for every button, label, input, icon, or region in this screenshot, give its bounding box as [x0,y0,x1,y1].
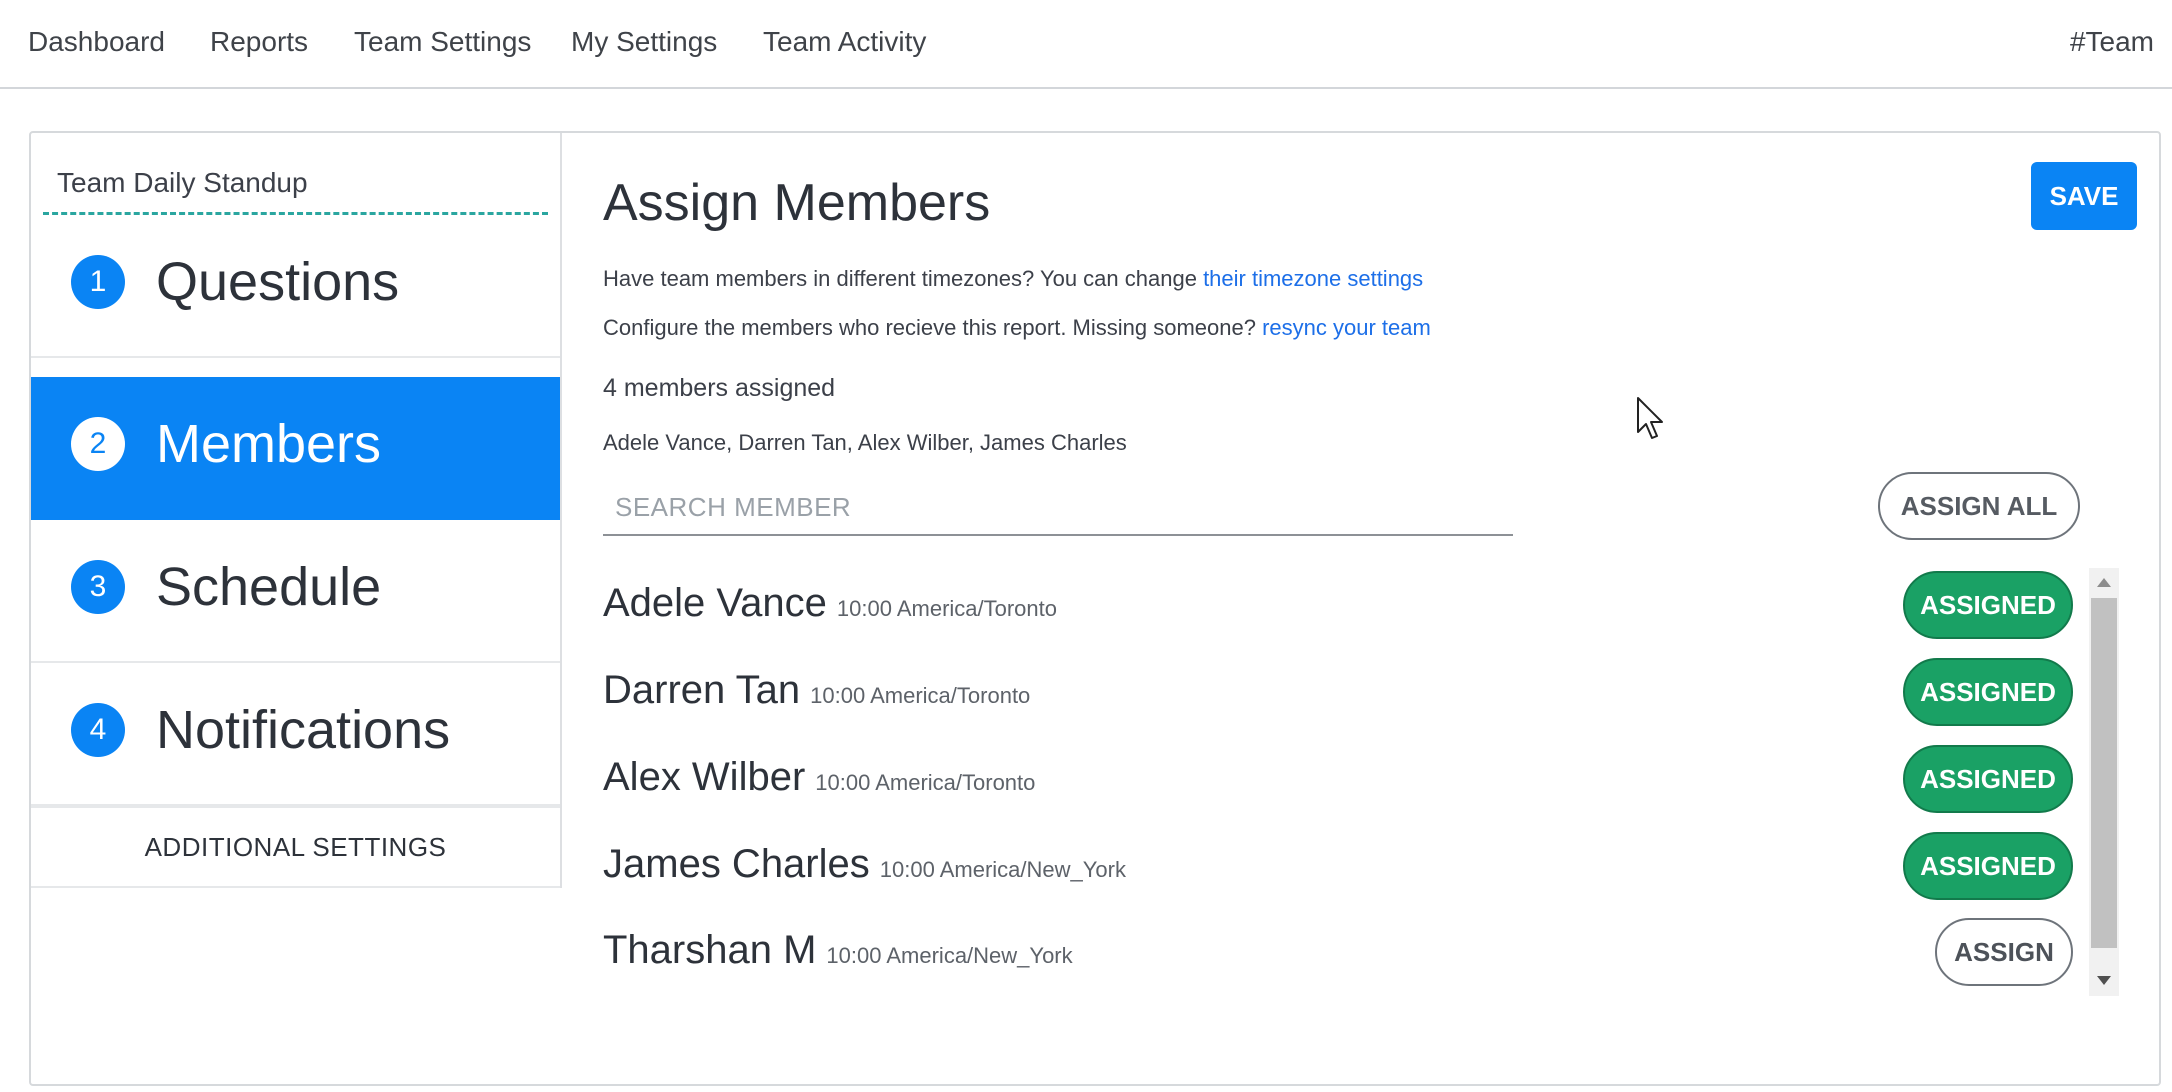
assigned-button[interactable]: ASSIGNED [1903,658,2073,726]
report-name: Team Daily Standup [57,167,308,198]
scrollbar-thumb[interactable] [2091,598,2117,948]
nav-team-activity[interactable]: Team Activity [763,26,926,58]
step-label-members: Members [156,414,382,474]
member-row: Alex Wilber 10:00 America/Toronto ASSIGNE… [603,737,2073,823]
mouse-cursor-icon [1637,397,1663,439]
assigned-button[interactable]: ASSIGNED [1903,832,2073,900]
step-label-notifications: Notifications [156,700,451,760]
member-name: Darren Tan 10:00 America/Toronto [603,668,1030,713]
member-timezone: 10:00 America/New_York [879,857,1126,882]
member-name: Tharshan M 10:00 America/New_York [603,928,1073,973]
member-row: Adele Vance 10:00 America/Toronto ASSIGNE… [603,563,2073,649]
member-name: Adele Vance 10:00 America/Toronto [603,581,1057,626]
team-channel-label[interactable]: #Team [2070,26,2154,58]
step-number-3: 3 [71,560,125,614]
member-timezone: 10:00 America/New_York [826,943,1073,968]
assigned-names: Adele Vance, Darren Tan, Alex Wilber, Ja… [603,430,1127,455]
configure-hint: Configure the members who recieve this r… [603,315,1431,341]
step-members[interactable]: 2 Members [31,377,560,520]
member-name-text: Darren Tan [603,668,801,712]
configure-hint-text: Configure the members who recieve this r… [603,315,1263,340]
member-list: Adele Vance 10:00 America/Toronto ASSIGNE… [603,563,2073,995]
step-label-questions: Questions [156,252,400,312]
page-title: Assign Members [603,174,991,232]
step-questions[interactable]: 1 Questions [31,215,560,358]
search-member-input[interactable] [603,480,1513,536]
member-row: Darren Tan 10:00 America/Toronto ASSIGNED [603,650,2073,736]
member-name-text: Alex Wilber [603,755,806,799]
step-number-4: 4 [71,703,125,757]
member-name: James Charles 10:00 America/New_York [603,842,1126,887]
step-label-schedule: Schedule [156,557,382,617]
save-button[interactable]: SAVE [2031,162,2137,230]
assigned-button[interactable]: ASSIGNED [1903,571,2073,639]
step-number-1: 1 [71,255,125,309]
member-row: Tharshan M 10:00 America/New_York ASSIGN [603,910,2073,996]
top-navigation: Dashboard Reports Team Settings My Setti… [0,0,2172,89]
member-timezone: 10:00 America/Toronto [815,770,1036,795]
assign-all-button[interactable]: ASSIGN ALL [1878,472,2080,540]
scroll-up-arrow-icon[interactable] [2089,568,2119,598]
timezone-hint: Have team members in different timezones… [603,266,1423,292]
nav-team-settings[interactable]: Team Settings [354,26,531,58]
assigned-button[interactable]: ASSIGNED [1903,745,2073,813]
member-name-text: James Charles [603,842,870,886]
assign-button[interactable]: ASSIGN [1935,918,2073,986]
resync-team-link[interactable]: resync your team [1262,315,1431,340]
member-list-scrollbar[interactable] [2089,568,2119,996]
assigned-count: 4 members assigned [603,374,836,402]
member-name-text: Tharshan M [603,928,817,972]
nav-dashboard[interactable]: Dashboard [28,26,165,58]
member-timezone: 10:00 America/Toronto [810,683,1031,708]
report-editor-card: Team Daily Standup 1 Questions 2 Members… [29,131,2161,1086]
member-timezone: 10:00 America/Toronto [836,596,1058,621]
step-number-2: 2 [71,417,125,471]
nav-reports[interactable]: Reports [210,26,308,58]
report-name-field[interactable]: Team Daily Standup [43,133,548,215]
steps-sidebar: Team Daily Standup 1 Questions 2 Members… [31,133,562,888]
scroll-down-arrow-icon[interactable] [2089,966,2119,996]
step-schedule[interactable]: 3 Schedule [31,520,560,663]
additional-settings-button[interactable]: ADDITIONAL SETTINGS [31,806,560,888]
timezone-settings-link[interactable]: their timezone settings [1203,266,1423,291]
step-notifications[interactable]: 4 Notifications [31,663,560,806]
member-name: Alex Wilber 10:00 America/Toronto [603,755,1035,800]
timezone-hint-text: Have team members in different timezones… [603,266,1204,291]
member-name-text: Adele Vance [603,581,827,625]
member-row: James Charles 10:00 America/New_York ASSI… [603,824,2073,910]
nav-my-settings[interactable]: My Settings [571,26,717,58]
